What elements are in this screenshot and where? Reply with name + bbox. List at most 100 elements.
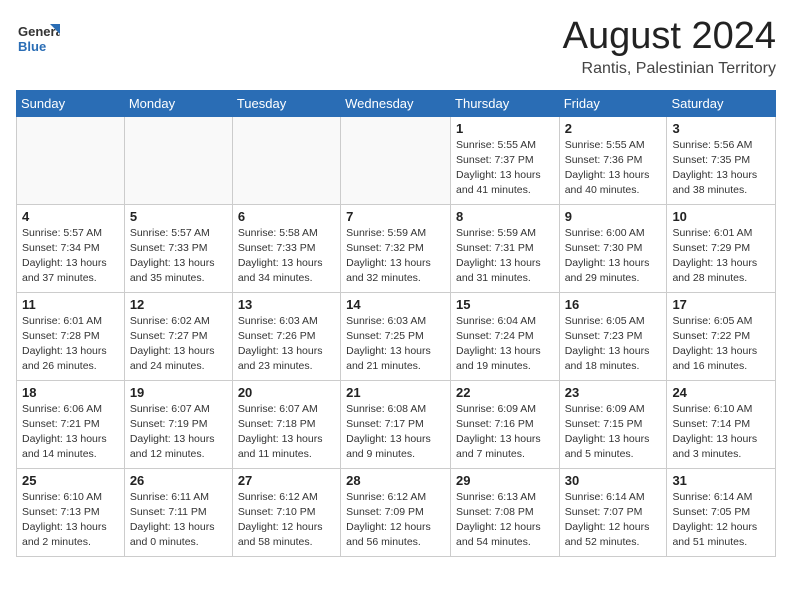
cell-day-number: 12 xyxy=(130,297,227,312)
cell-day-number: 5 xyxy=(130,209,227,224)
week-row-2: 4 Sunrise: 5:57 AM Sunset: 7:34 PM Daylig… xyxy=(17,204,776,292)
cell-info: Sunrise: 6:13 AM Sunset: 7:08 PM Dayligh… xyxy=(456,490,554,551)
calendar-cell: 10 Sunrise: 6:01 AM Sunset: 7:29 PM Dayli… xyxy=(667,204,776,292)
col-header-wednesday: Wednesday xyxy=(341,90,451,116)
col-header-monday: Monday xyxy=(124,90,232,116)
calendar-cell: 17 Sunrise: 6:05 AM Sunset: 7:22 PM Dayli… xyxy=(667,292,776,380)
cell-info: Sunrise: 5:59 AM Sunset: 7:32 PM Dayligh… xyxy=(346,226,445,287)
cell-day-number: 14 xyxy=(346,297,445,312)
cell-day-number: 7 xyxy=(346,209,445,224)
calendar-cell xyxy=(17,116,125,204)
cell-day-number: 17 xyxy=(672,297,770,312)
month-title: August 2024 xyxy=(563,16,776,58)
cell-info: Sunrise: 6:04 AM Sunset: 7:24 PM Dayligh… xyxy=(456,314,554,375)
calendar-cell: 4 Sunrise: 5:57 AM Sunset: 7:34 PM Daylig… xyxy=(17,204,125,292)
cell-day-number: 30 xyxy=(565,473,662,488)
calendar-cell: 8 Sunrise: 5:59 AM Sunset: 7:31 PM Daylig… xyxy=(451,204,560,292)
cell-info: Sunrise: 5:55 AM Sunset: 7:37 PM Dayligh… xyxy=(456,138,554,199)
cell-day-number: 16 xyxy=(565,297,662,312)
cell-info: Sunrise: 6:01 AM Sunset: 7:29 PM Dayligh… xyxy=(672,226,770,287)
calendar-cell: 23 Sunrise: 6:09 AM Sunset: 7:15 PM Dayli… xyxy=(559,380,667,468)
calendar-cell: 18Sunrise: 6:06 AM Sunset: 7:21 PM Dayli… xyxy=(17,380,125,468)
cell-info: Sunrise: 5:58 AM Sunset: 7:33 PM Dayligh… xyxy=(238,226,335,287)
cell-info: Sunrise: 6:01 AM Sunset: 7:28 PM Dayligh… xyxy=(22,314,119,375)
cell-info: Sunrise: 5:59 AM Sunset: 7:31 PM Dayligh… xyxy=(456,226,554,287)
cell-info: Sunrise: 6:07 AM Sunset: 7:18 PM Dayligh… xyxy=(238,402,335,463)
calendar-cell: 19 Sunrise: 6:07 AM Sunset: 7:19 PM Dayli… xyxy=(124,380,232,468)
cell-info: Sunrise: 5:57 AM Sunset: 7:33 PM Dayligh… xyxy=(130,226,227,287)
cell-day-number: 3 xyxy=(672,121,770,136)
col-header-friday: Friday xyxy=(559,90,667,116)
calendar-cell xyxy=(124,116,232,204)
cell-day-number: 11 xyxy=(22,297,119,312)
cell-day-number: 4 xyxy=(22,209,119,224)
cell-info: Sunrise: 6:09 AM Sunset: 7:15 PM Dayligh… xyxy=(565,402,662,463)
calendar-cell: 11 Sunrise: 6:01 AM Sunset: 7:28 PM Dayli… xyxy=(17,292,125,380)
calendar-cell: 28 Sunrise: 6:12 AM Sunset: 7:09 PM Dayli… xyxy=(341,468,451,556)
calendar-cell xyxy=(232,116,340,204)
title-area: August 2024 Rantis, Palestinian Territor… xyxy=(563,16,776,78)
col-header-tuesday: Tuesday xyxy=(232,90,340,116)
week-row-1: 1 Sunrise: 5:55 AM Sunset: 7:37 PM Daylig… xyxy=(17,116,776,204)
calendar-cell: 29Sunrise: 6:13 AM Sunset: 7:08 PM Dayli… xyxy=(451,468,560,556)
calendar-cell: 5 Sunrise: 5:57 AM Sunset: 7:33 PM Daylig… xyxy=(124,204,232,292)
calendar-cell: 1 Sunrise: 5:55 AM Sunset: 7:37 PM Daylig… xyxy=(451,116,560,204)
calendar-cell: 14 Sunrise: 6:03 AM Sunset: 7:25 PM Dayli… xyxy=(341,292,451,380)
calendar-cell: 9 Sunrise: 6:00 AM Sunset: 7:30 PM Daylig… xyxy=(559,204,667,292)
cell-day-number: 23 xyxy=(565,385,662,400)
cell-info: Sunrise: 6:14 AM Sunset: 7:07 PM Dayligh… xyxy=(565,490,662,551)
col-header-sunday: Sunday xyxy=(17,90,125,116)
calendar-cell: 13Sunrise: 6:03 AM Sunset: 7:26 PM Dayli… xyxy=(232,292,340,380)
cell-info: Sunrise: 5:57 AM Sunset: 7:34 PM Dayligh… xyxy=(22,226,119,287)
cell-info: Sunrise: 6:09 AM Sunset: 7:16 PM Dayligh… xyxy=(456,402,554,463)
cell-info: Sunrise: 6:03 AM Sunset: 7:25 PM Dayligh… xyxy=(346,314,445,375)
cell-day-number: 10 xyxy=(672,209,770,224)
cell-info: Sunrise: 6:10 AM Sunset: 7:13 PM Dayligh… xyxy=(22,490,119,551)
week-row-3: 11 Sunrise: 6:01 AM Sunset: 7:28 PM Dayli… xyxy=(17,292,776,380)
calendar-cell: 15Sunrise: 6:04 AM Sunset: 7:24 PM Dayli… xyxy=(451,292,560,380)
cell-day-number: 24 xyxy=(672,385,770,400)
logo-icon: General Blue xyxy=(16,16,60,60)
calendar-cell: 27 Sunrise: 6:12 AM Sunset: 7:10 PM Dayli… xyxy=(232,468,340,556)
calendar-cell xyxy=(341,116,451,204)
calendar-cell: 2 Sunrise: 5:55 AM Sunset: 7:36 PM Daylig… xyxy=(559,116,667,204)
cell-day-number: 19 xyxy=(130,385,227,400)
cell-day-number: 9 xyxy=(565,209,662,224)
location-title: Rantis, Palestinian Territory xyxy=(563,60,776,78)
calendar-cell: 31Sunrise: 6:14 AM Sunset: 7:05 PM Dayli… xyxy=(667,468,776,556)
calendar-cell: 30 Sunrise: 6:14 AM Sunset: 7:07 PM Dayli… xyxy=(559,468,667,556)
week-row-5: 25 Sunrise: 6:10 AM Sunset: 7:13 PM Dayli… xyxy=(17,468,776,556)
calendar-table: SundayMondayTuesdayWednesdayThursdayFrid… xyxy=(16,90,776,557)
cell-day-number: 25 xyxy=(22,473,119,488)
logo: General Blue xyxy=(16,16,64,60)
svg-text:Blue: Blue xyxy=(18,39,46,54)
cell-info: Sunrise: 6:14 AM Sunset: 7:05 PM Dayligh… xyxy=(672,490,770,551)
cell-day-number: 28 xyxy=(346,473,445,488)
calendar-cell: 25 Sunrise: 6:10 AM Sunset: 7:13 PM Dayli… xyxy=(17,468,125,556)
cell-info: Sunrise: 6:02 AM Sunset: 7:27 PM Dayligh… xyxy=(130,314,227,375)
cell-info: Sunrise: 6:12 AM Sunset: 7:10 PM Dayligh… xyxy=(238,490,335,551)
cell-info: Sunrise: 6:00 AM Sunset: 7:30 PM Dayligh… xyxy=(565,226,662,287)
cell-day-number: 27 xyxy=(238,473,335,488)
calendar-cell: 7 Sunrise: 5:59 AM Sunset: 7:32 PM Daylig… xyxy=(341,204,451,292)
cell-day-number: 2 xyxy=(565,121,662,136)
cell-day-number: 18 xyxy=(22,385,119,400)
cell-day-number: 13 xyxy=(238,297,335,312)
cell-day-number: 20 xyxy=(238,385,335,400)
cell-day-number: 1 xyxy=(456,121,554,136)
cell-day-number: 21 xyxy=(346,385,445,400)
cell-info: Sunrise: 6:05 AM Sunset: 7:22 PM Dayligh… xyxy=(672,314,770,375)
cell-day-number: 8 xyxy=(456,209,554,224)
cell-day-number: 26 xyxy=(130,473,227,488)
cell-info: Sunrise: 6:07 AM Sunset: 7:19 PM Dayligh… xyxy=(130,402,227,463)
calendar-cell: 26Sunrise: 6:11 AM Sunset: 7:11 PM Dayli… xyxy=(124,468,232,556)
calendar-header-row: SundayMondayTuesdayWednesdayThursdayFrid… xyxy=(17,90,776,116)
cell-info: Sunrise: 6:10 AM Sunset: 7:14 PM Dayligh… xyxy=(672,402,770,463)
calendar-cell: 24 Sunrise: 6:10 AM Sunset: 7:14 PM Dayli… xyxy=(667,380,776,468)
cell-info: Sunrise: 6:12 AM Sunset: 7:09 PM Dayligh… xyxy=(346,490,445,551)
calendar-cell: 21Sunrise: 6:08 AM Sunset: 7:17 PM Dayli… xyxy=(341,380,451,468)
cell-day-number: 22 xyxy=(456,385,554,400)
cell-info: Sunrise: 5:55 AM Sunset: 7:36 PM Dayligh… xyxy=(565,138,662,199)
page-header: General Blue August 2024 Rantis, Palesti… xyxy=(16,16,776,78)
col-header-saturday: Saturday xyxy=(667,90,776,116)
